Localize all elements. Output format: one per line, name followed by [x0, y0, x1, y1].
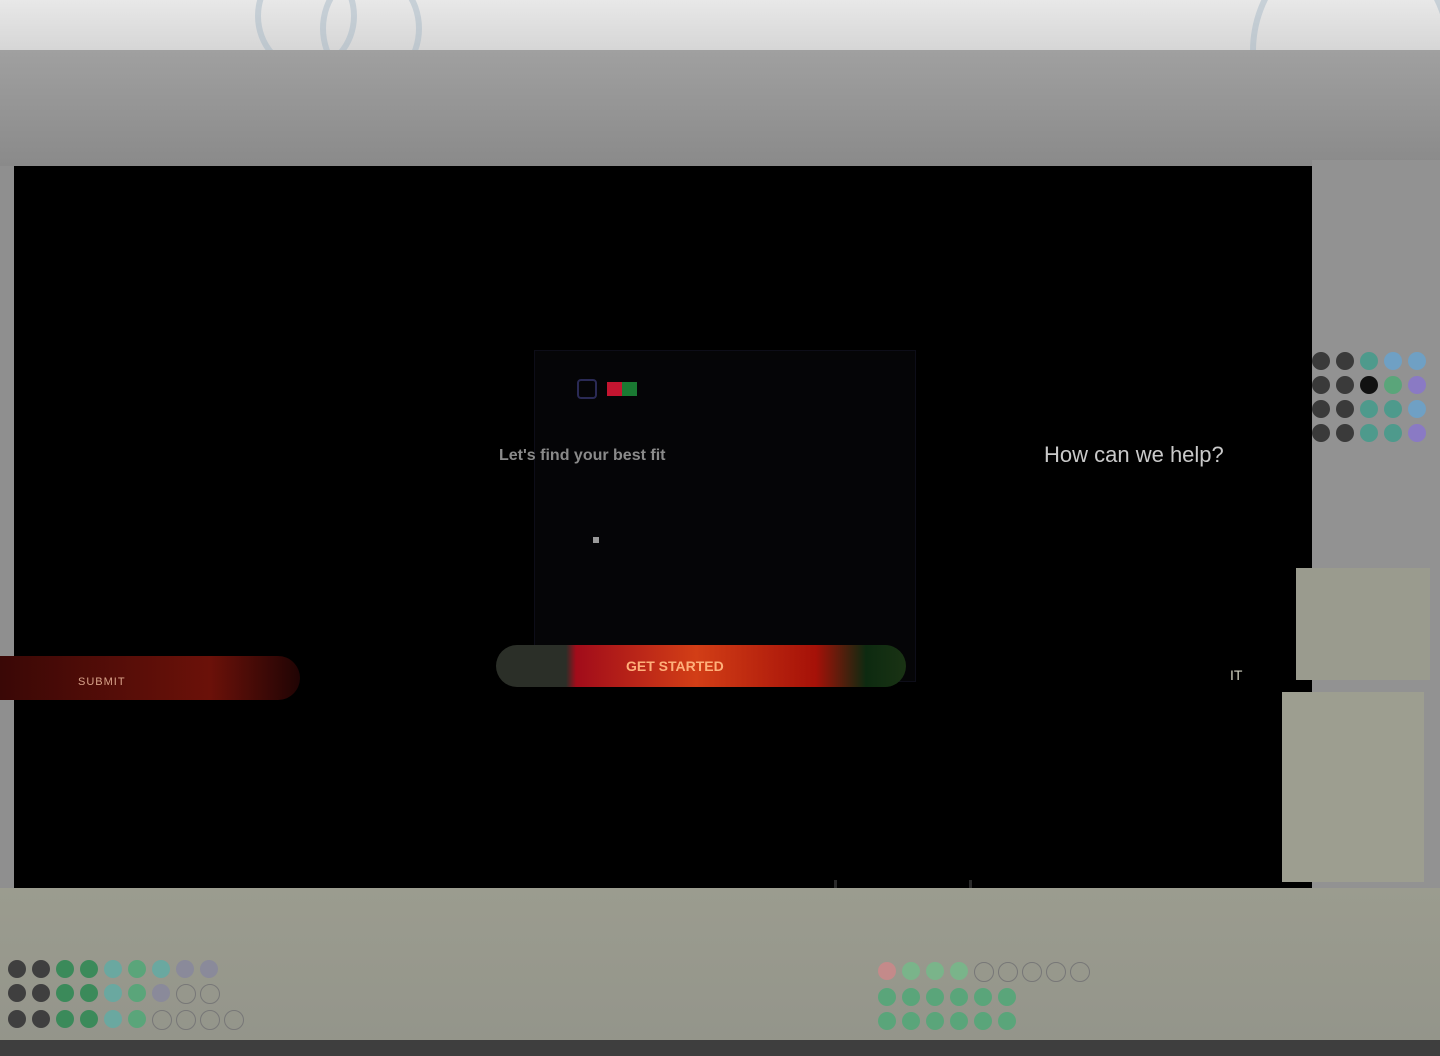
- dot-pattern: [1312, 352, 1426, 442]
- submit-button[interactable]: SUBMIT: [0, 656, 300, 700]
- logo-icon: [577, 379, 597, 399]
- get-started-label: GET STARTED: [626, 658, 724, 674]
- dot-pattern: [878, 962, 1090, 1030]
- top-bar: [0, 0, 1440, 162]
- modal-title: Let's find your best fit: [499, 447, 666, 464]
- bullet-icon: [593, 537, 599, 543]
- side-link[interactable]: IT: [1230, 667, 1242, 683]
- submit-button-label: SUBMIT: [78, 676, 126, 688]
- dot-pattern: [8, 960, 244, 1030]
- side-card: [1282, 692, 1424, 882]
- side-card: [1296, 568, 1430, 680]
- hero-question: How can we help?: [1044, 442, 1224, 467]
- fit-modal: Let's find your best fit: [499, 350, 916, 682]
- flag-icon: [607, 382, 637, 396]
- header-band: [0, 50, 1440, 166]
- get-started-button[interactable]: GET STARTED: [496, 645, 906, 687]
- modal-header: [577, 379, 637, 399]
- bottom-bar: [0, 1040, 1440, 1056]
